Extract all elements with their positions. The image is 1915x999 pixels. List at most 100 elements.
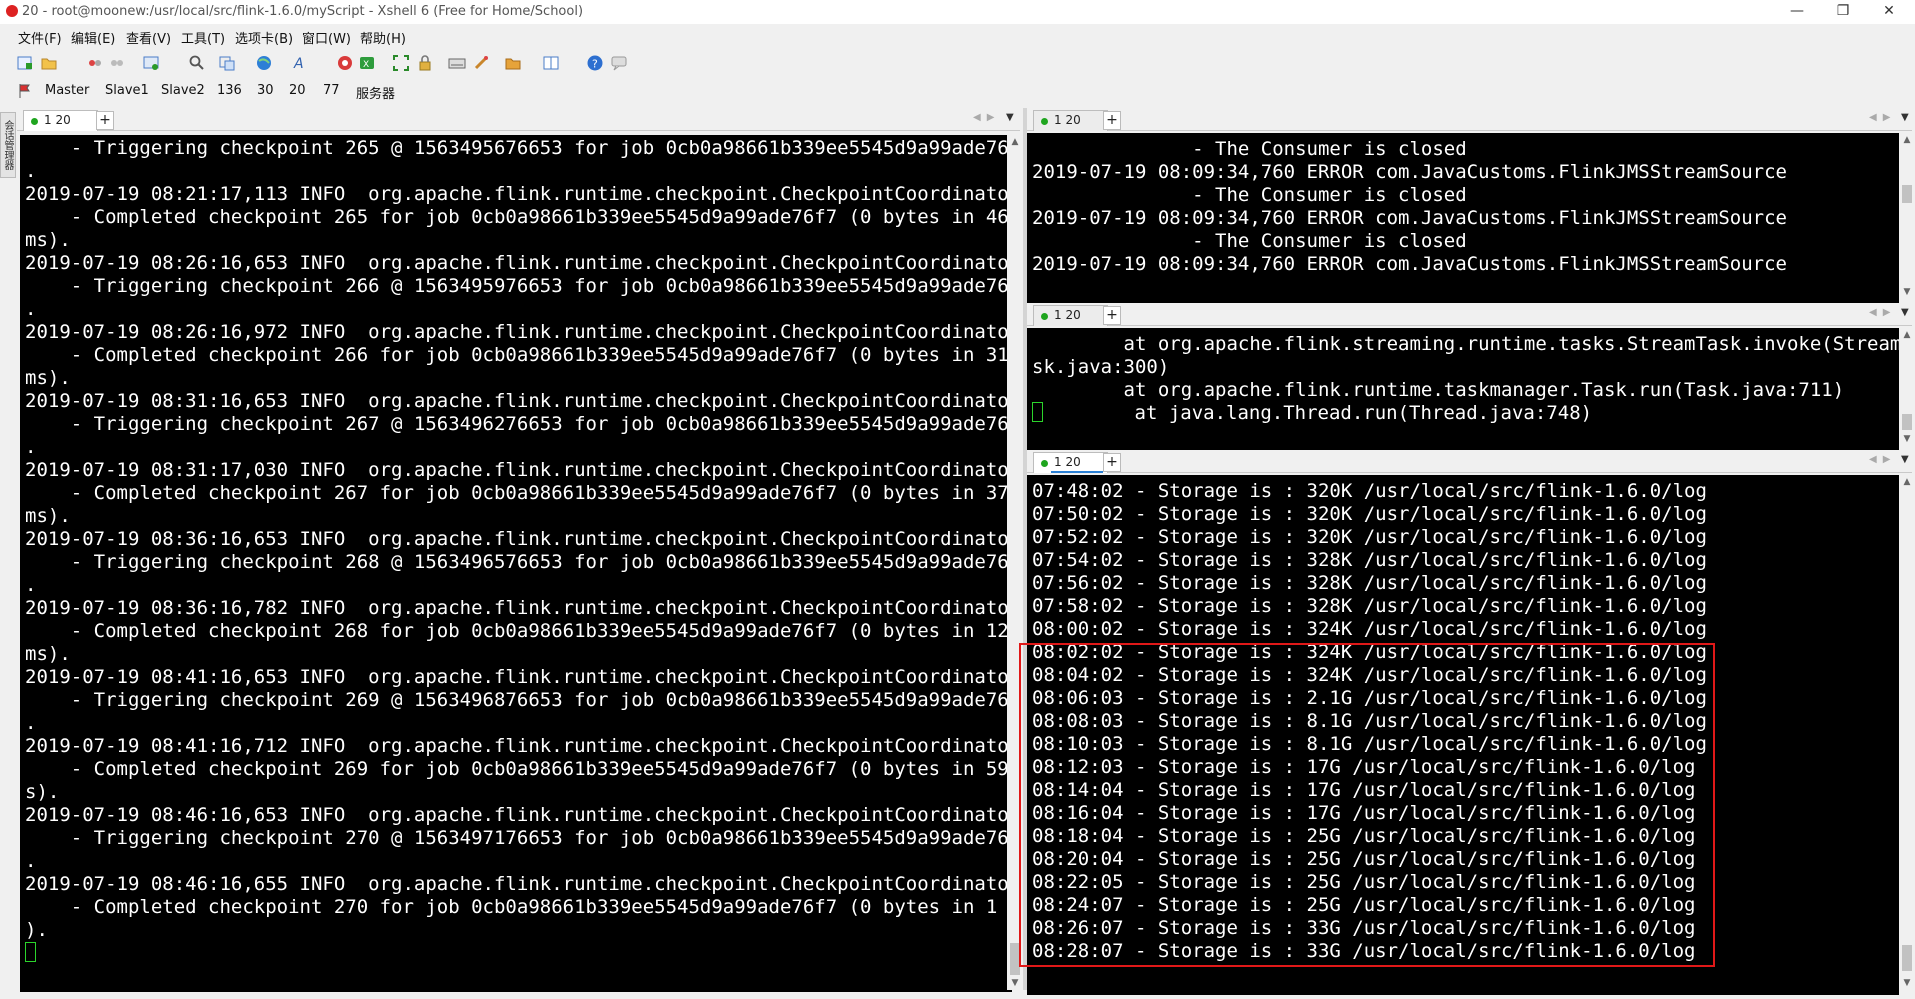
quick-136[interactable]: 136 — [217, 83, 242, 98]
terminal-prompt-line — [25, 942, 1012, 965]
tab-scroll-arrows-icon[interactable]: ◀▶ — [1869, 307, 1896, 318]
menu-edit[interactable]: 编辑(E) — [71, 28, 115, 47]
transfer-icon[interactable] — [218, 54, 236, 72]
scroll-up-icon[interactable]: ▲ — [1899, 133, 1915, 147]
terminal-line: 07:58:02 - Storage is : 328K /usr/local/… — [1032, 595, 1707, 617]
terminal-line: s). — [25, 781, 60, 803]
tab-list-dropdown-icon[interactable]: ▼ — [1901, 454, 1909, 465]
quick-master[interactable]: Master — [45, 83, 89, 98]
restore-button[interactable]: ❐ — [1820, 0, 1866, 24]
quick-30[interactable]: 30 — [257, 83, 274, 98]
menu-window[interactable]: 窗口(W) — [302, 28, 351, 47]
tab-label: 1 20 — [1054, 455, 1081, 469]
add-tab-button[interactable]: + — [96, 111, 114, 130]
add-tab-button[interactable]: + — [1103, 306, 1121, 325]
right-bottom-scrollbar[interactable]: ▲ ▼ — [1899, 475, 1915, 990]
bookmark-flag-icon[interactable] — [18, 83, 32, 99]
menu-help[interactable]: 帮助(H) — [360, 28, 406, 47]
globe-icon[interactable] — [255, 54, 273, 72]
fullscreen-icon[interactable] — [392, 54, 410, 72]
scroll-up-icon[interactable]: ▲ — [1899, 475, 1915, 489]
terminal-line: - Triggering checkpoint 269 @ 1563496876… — [25, 689, 1012, 711]
scroll-down-icon[interactable]: ▼ — [1007, 976, 1023, 990]
right-top-terminal[interactable]: - The Consumer is closed 2019-07-19 08:0… — [1027, 133, 1899, 304]
terminal-line: - Completed checkpoint 267 for job 0cb0a… — [25, 482, 1012, 504]
quick-77[interactable]: 77 — [323, 83, 340, 98]
chat-icon[interactable] — [610, 54, 628, 72]
terminal-line: 2019-07-19 08:41:16,712 INFO org.apache.… — [25, 735, 1012, 757]
terminal-prompt-line: at java.lang.Thread.run(Thread.java:748) — [1032, 402, 1899, 425]
terminal-line: 2019-07-19 08:09:34,760 ERROR com.JavaCu… — [1032, 161, 1787, 183]
quick-slave2[interactable]: Slave2 — [161, 83, 205, 98]
terminal-line: at org.apache.flink.streaming.runtime.ta… — [1032, 333, 1900, 355]
terminal-line: sk.java:300) — [1032, 356, 1170, 378]
tab-scroll-arrows-icon[interactable]: ◀▶ — [1869, 454, 1896, 465]
tab-scroll-arrows-icon[interactable]: ◀▶ — [973, 112, 1000, 123]
terminal-line: - Completed checkpoint 269 for job 0cb0a… — [25, 758, 1012, 780]
tab-list-dropdown-icon[interactable]: ▼ — [1006, 112, 1014, 123]
script-icon[interactable] — [472, 54, 490, 72]
tab-scroll-arrows-icon[interactable]: ◀▶ — [1869, 112, 1896, 123]
menu-tabs[interactable]: 选项卡(B) — [235, 28, 293, 47]
tab-session-right-middle[interactable]: 1 20 — [1033, 305, 1108, 326]
right-top-tab-strip: 1 20 + ◀▶ ▼ — [1027, 108, 1912, 131]
terminal-cursor — [25, 942, 36, 962]
disconnect-icon[interactable] — [108, 54, 126, 72]
tab-session-left[interactable]: 1 20 — [23, 110, 98, 131]
help-icon[interactable]: ? — [586, 54, 604, 72]
terminal-line: 2019-07-19 08:26:16,972 INFO org.apache.… — [25, 321, 1012, 343]
terminal-line: - Completed checkpoint 265 for job 0cb0a… — [25, 206, 1012, 228]
highlight-annotation-box — [1019, 643, 1715, 967]
terminal-line: 07:48:02 - Storage is : 320K /usr/local/… — [1032, 480, 1707, 502]
menu-view[interactable]: 查看(V) — [126, 28, 171, 47]
scroll-down-icon[interactable]: ▼ — [1899, 285, 1915, 299]
font-icon[interactable]: A — [292, 54, 310, 72]
scroll-down-icon[interactable]: ▼ — [1899, 976, 1915, 990]
scroll-down-icon[interactable]: ▼ — [1899, 432, 1915, 446]
minimize-button[interactable]: — — [1774, 0, 1820, 24]
keyboard-icon[interactable] — [448, 54, 466, 72]
scroll-up-icon[interactable]: ▲ — [1899, 328, 1915, 342]
quick-servers[interactable]: 服务器 — [356, 83, 395, 102]
terminal-line: 2019-07-19 08:46:16,655 INFO org.apache.… — [25, 873, 1012, 895]
menu-file[interactable]: 文件(F) — [18, 28, 62, 47]
terminal-line: - The Consumer is closed — [1032, 138, 1467, 160]
terminal-line: 2019-07-19 08:09:34,760 ERROR com.JavaCu… — [1032, 207, 1787, 229]
terminal-line: at org.apache.flink.runtime.taskmanager.… — [1032, 379, 1845, 401]
connect-icon[interactable] — [86, 54, 104, 72]
scrollbar-thumb[interactable] — [1902, 945, 1912, 971]
left-terminal[interactable]: - Triggering checkpoint 265 @ 1563495676… — [20, 135, 1012, 992]
scrollbar-thumb[interactable] — [1902, 185, 1912, 203]
tab-session-right-bottom[interactable]: 1 20 — [1033, 452, 1108, 473]
tab-list-dropdown-icon[interactable]: ▼ — [1901, 307, 1909, 318]
find-icon[interactable] — [188, 54, 206, 72]
open-folder-icon[interactable] — [40, 54, 58, 72]
quick-slave1[interactable]: Slave1 — [105, 83, 149, 98]
session-manager-side-tab[interactable]: 会话管理器 — [0, 112, 16, 178]
properties-icon[interactable] — [142, 54, 160, 72]
quick-20[interactable]: 20 — [289, 83, 306, 98]
layout-icon[interactable] — [542, 54, 560, 72]
scrollbar-thumb[interactable] — [1902, 414, 1912, 430]
close-button[interactable]: ✕ — [1866, 0, 1912, 24]
terminal-line: - Triggering checkpoint 270 @ 1563497176… — [25, 827, 1012, 849]
tab-list-dropdown-icon[interactable]: ▼ — [1901, 112, 1909, 123]
right-middle-terminal[interactable]: at org.apache.flink.streaming.runtime.ta… — [1027, 328, 1899, 451]
terminal-line: - Completed checkpoint 270 for job 0cb0a… — [25, 896, 1012, 918]
add-tab-button[interactable]: + — [1103, 111, 1121, 130]
menu-tools[interactable]: 工具(T) — [181, 28, 225, 47]
terminal-line: 07:54:02 - Storage is : 328K /usr/local/… — [1032, 549, 1707, 571]
xftp-icon[interactable] — [336, 54, 354, 72]
terminal-line: 2019-07-19 08:31:16,653 INFO org.apache.… — [25, 390, 1012, 412]
lock-icon[interactable] — [416, 54, 434, 72]
add-tab-button[interactable]: + — [1103, 453, 1121, 472]
xshell-icon[interactable]: X — [358, 54, 376, 72]
terminal-line: ms). — [25, 643, 71, 665]
right-middle-scrollbar[interactable]: ▲ ▼ — [1899, 328, 1915, 446]
folder-sync-icon[interactable] — [504, 54, 522, 72]
tab-session-right-top[interactable]: 1 20 — [1033, 110, 1108, 131]
scroll-up-icon[interactable]: ▲ — [1007, 135, 1023, 149]
terminal-line: - The Consumer is closed — [1032, 230, 1467, 252]
right-top-scrollbar[interactable]: ▲ ▼ — [1899, 133, 1915, 299]
new-session-icon[interactable] — [16, 54, 34, 72]
